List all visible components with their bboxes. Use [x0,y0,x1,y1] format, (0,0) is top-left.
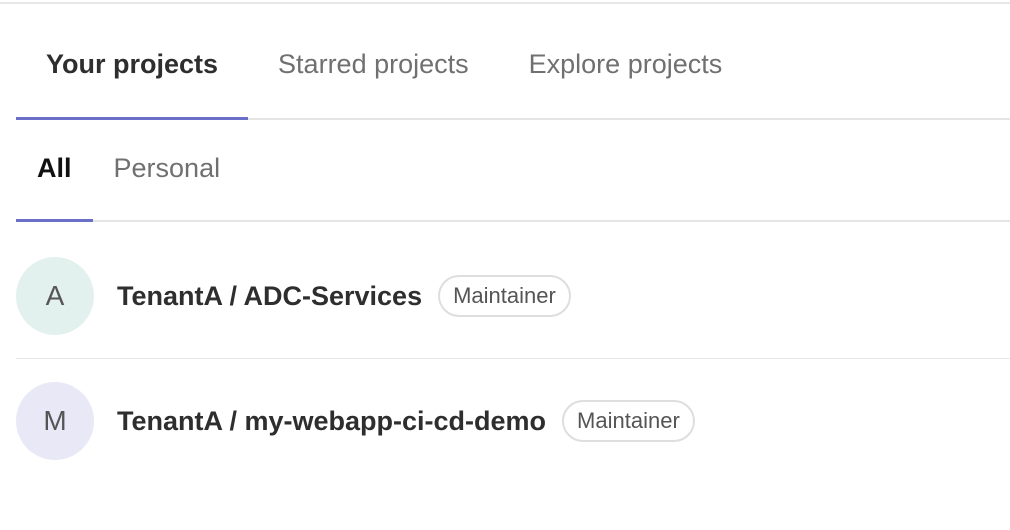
top-divider [0,2,1010,4]
project-list: A TenantA / ADC-Services Maintainer M Te… [16,234,1010,483]
project-avatar[interactable]: M [16,382,94,460]
project-row: A TenantA / ADC-Services Maintainer [16,234,1010,359]
tab-starred-projects[interactable]: Starred projects [248,22,499,118]
filter-tab-personal[interactable]: Personal [93,120,242,220]
filter-tab-all[interactable]: All [16,120,93,222]
role-badge: Maintainer [438,275,571,317]
project-row: M TenantA / my-webapp-ci-cd-demo Maintai… [16,359,1010,483]
tab-your-projects[interactable]: Your projects [16,22,249,120]
tab-explore-projects[interactable]: Explore projects [499,22,753,118]
role-badge: Maintainer [562,400,695,442]
project-tabs: Your projects Starred projects Explore p… [16,22,1010,120]
project-name-link[interactable]: TenantA / my-webapp-ci-cd-demo [117,406,546,437]
project-filter-tabs: All Personal [16,120,1010,222]
project-avatar[interactable]: A [16,257,94,335]
project-name-link[interactable]: TenantA / ADC-Services [117,281,422,312]
